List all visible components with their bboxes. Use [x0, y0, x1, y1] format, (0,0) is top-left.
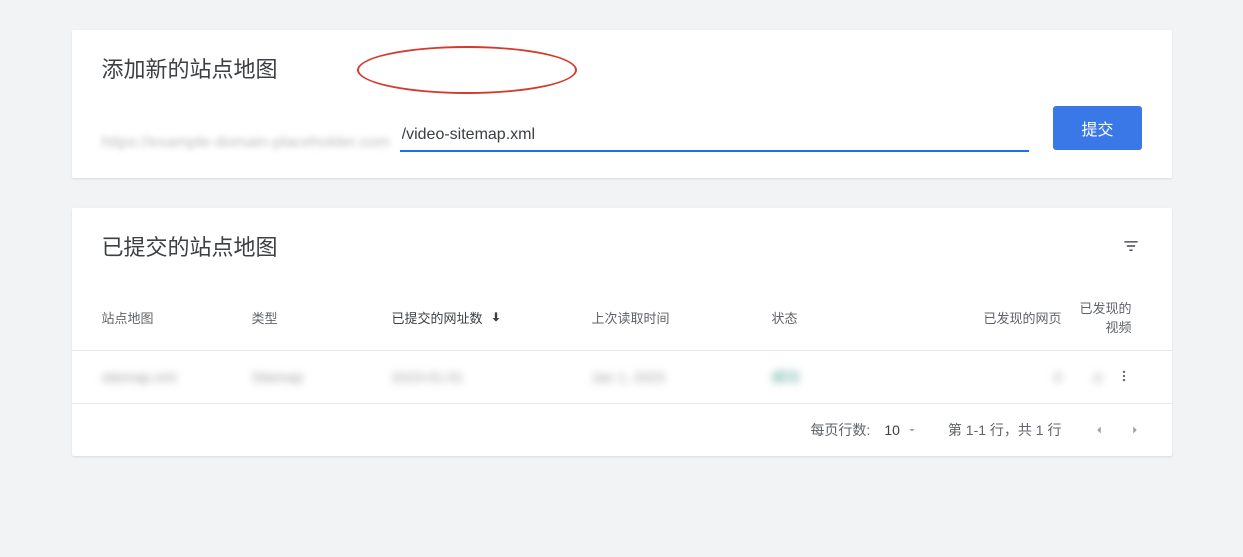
pager — [1092, 423, 1142, 437]
row-menu-icon[interactable] — [1116, 369, 1132, 383]
sort-arrow-down-icon — [489, 310, 503, 324]
add-sitemap-input-row: https://example-domain-placeholder.com 提… — [102, 108, 1142, 152]
rows-per-page-select[interactable]: 10 — [884, 422, 918, 438]
row-videos-cell: 0 — [1072, 369, 1142, 386]
chevron-left-icon — [1092, 423, 1106, 437]
rows-per-page-value: 10 — [884, 422, 900, 438]
submit-button[interactable]: 提交 — [1053, 106, 1141, 150]
filter-icon[interactable] — [1120, 235, 1142, 257]
rows-per-page: 每页行数: 10 — [810, 420, 917, 440]
add-sitemap-card: 添加新的站点地图 https://example-domain-placehol… — [72, 30, 1172, 178]
pagination-range-info: 第 1-1 行，共 1 行 — [948, 420, 1062, 440]
row-pages-discovered-value: 0 — [902, 369, 1072, 385]
table-footer: 每页行数: 10 第 1-1 行，共 1 行 — [72, 404, 1172, 456]
col-header-sitemap[interactable]: 站点地图 — [102, 308, 252, 327]
row-type-value: Sitemap — [252, 369, 392, 385]
col-header-urls-submitted[interactable]: 已提交的网址数 — [392, 308, 592, 327]
table-column-headers: 站点地图 类型 已提交的网址数 上次读取时间 状态 已发现的网页 已发现的视频 — [72, 280, 1172, 351]
sitemap-url-input[interactable] — [400, 122, 1030, 152]
col-header-status[interactable]: 状态 — [772, 308, 902, 327]
row-status-value: 成功 — [772, 367, 902, 387]
col-header-urls-submitted-label: 已提交的网址数 — [392, 308, 483, 327]
table-row[interactable]: sitemap.xml Sitemap 2023-01-01 Jan 1, 20… — [72, 351, 1172, 404]
col-header-type[interactable]: 类型 — [252, 308, 392, 327]
col-header-pages-discovered[interactable]: 已发现的网页 — [902, 308, 1072, 327]
add-sitemap-title: 添加新的站点地图 — [102, 52, 1142, 84]
row-last-read-value: Jan 1, 2023 — [592, 369, 772, 385]
rows-per-page-label: 每页行数: — [810, 420, 870, 440]
pager-prev-button[interactable] — [1092, 423, 1106, 437]
col-header-last-read[interactable]: 上次读取时间 — [592, 308, 772, 327]
table-header: 已提交的站点地图 — [72, 208, 1172, 280]
submitted-sitemaps-title: 已提交的站点地图 — [102, 230, 278, 262]
col-header-videos-discovered[interactable]: 已发现的视频 — [1072, 298, 1142, 336]
row-sitemap-value: sitemap.xml — [102, 369, 252, 385]
url-prefix-text: https://example-domain-placeholder.com — [102, 134, 400, 152]
row-urls-submitted-value: 2023-01-01 — [392, 369, 592, 385]
chevron-right-icon — [1128, 423, 1142, 437]
submitted-sitemaps-card: 已提交的站点地图 站点地图 类型 已提交的网址数 上次读取时间 状态 已发现的网… — [72, 208, 1172, 456]
row-videos-discovered-value: 0 — [1094, 370, 1102, 386]
pager-next-button[interactable] — [1128, 423, 1142, 437]
chevron-down-icon — [906, 424, 918, 436]
sitemap-input-wrapper — [400, 122, 1030, 152]
